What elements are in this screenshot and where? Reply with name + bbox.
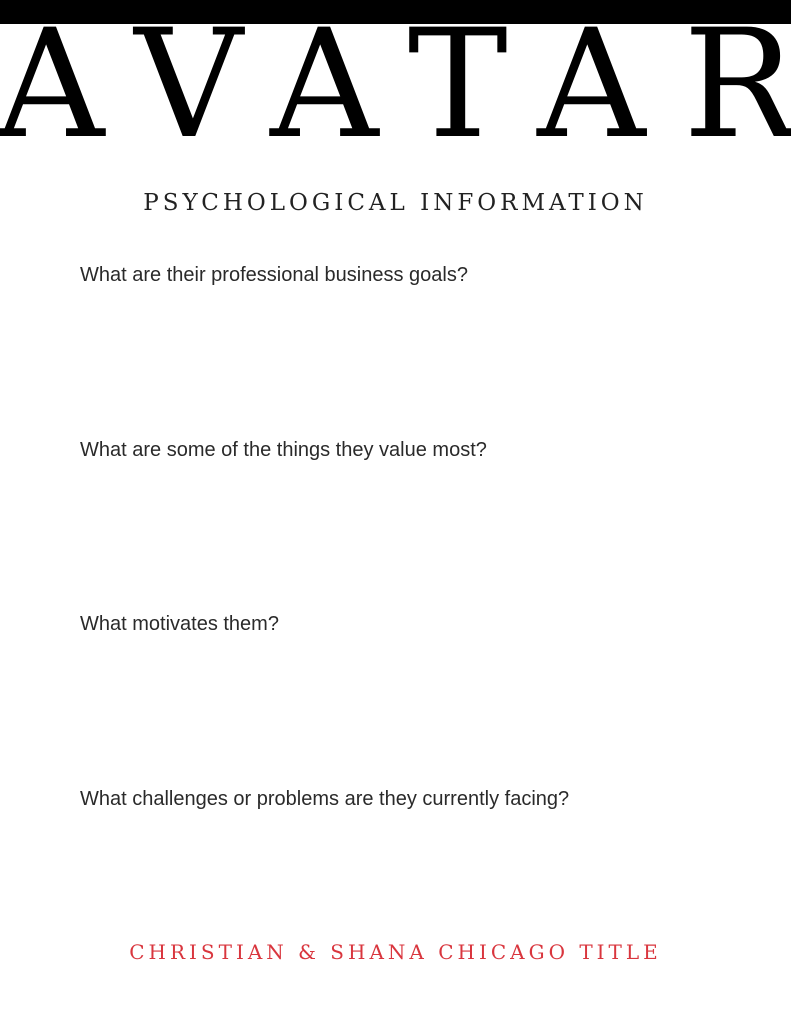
question-business-goals: What are their professional business goa… bbox=[80, 264, 468, 286]
footer-brand: CHRISTIAN & SHANA CHICAGO TITLE bbox=[129, 940, 662, 964]
question-values: What are some of the things they value m… bbox=[80, 439, 487, 461]
page-title: AVATAR bbox=[0, 0, 791, 145]
question-challenges: What challenges or problems are they cur… bbox=[80, 788, 570, 810]
page-title-graphic: AVATAR bbox=[0, 0, 791, 145]
question-motivations: What motivates them? bbox=[80, 613, 279, 635]
page-title-text: AVATAR bbox=[0, 0, 791, 145]
section-title: PSYCHOLOGICAL INFORMATION bbox=[143, 190, 648, 216]
